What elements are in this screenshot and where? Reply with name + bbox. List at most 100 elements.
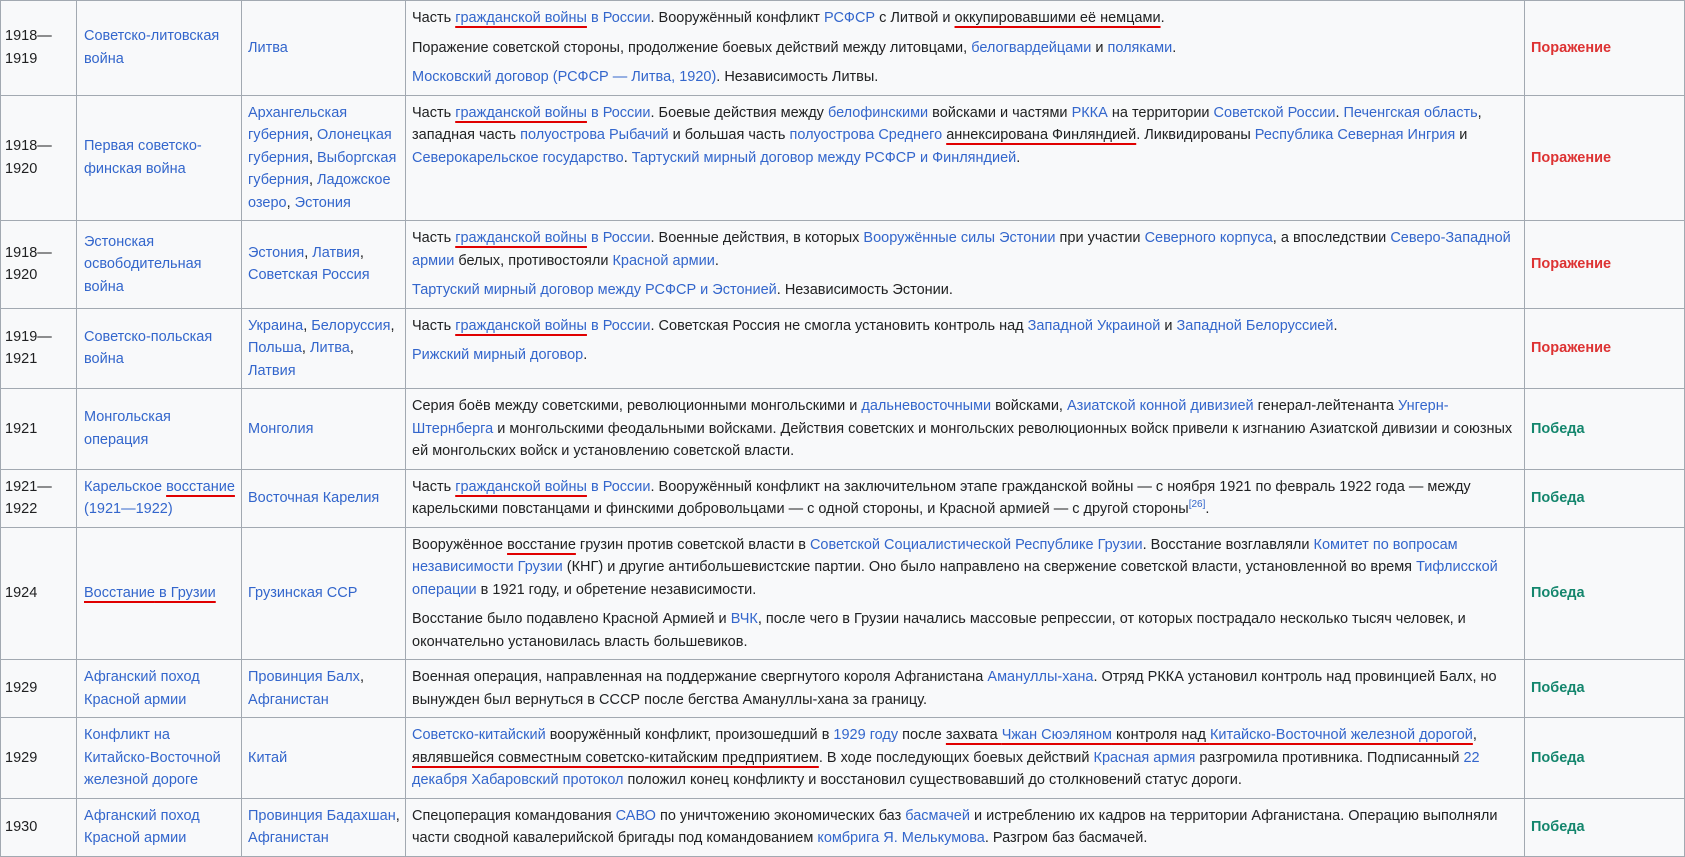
description-link[interactable]: Северокарельское государство xyxy=(412,150,624,166)
description-link[interactable]: Московский договор (РСФСР — Литва, 1920) xyxy=(412,69,716,85)
reference-link[interactable]: [26] xyxy=(1189,499,1206,510)
place-link[interactable]: Афганистан xyxy=(248,692,329,708)
description-text: захвата xyxy=(945,727,1002,743)
conflict-name-cell[interactable]: Карельское восстание (1921—1922) xyxy=(76,468,242,528)
place-cell[interactable]: Архангельская губерния, Олонецкая губерн… xyxy=(241,94,406,221)
conflict-name-link[interactable]: Восстание xyxy=(84,585,155,601)
conflict-name-link[interactable]: Афганский поход Красной армии xyxy=(84,669,200,708)
place-link[interactable]: Украина xyxy=(248,318,303,334)
conflict-name-cell[interactable]: Конфликт на Китайско-Восточной железной … xyxy=(76,717,242,799)
description-link[interactable]: Северного корпуса xyxy=(1145,230,1273,246)
conflict-name-cell[interactable]: Советско-польская война xyxy=(76,307,242,389)
place-cell[interactable]: Провинция Бадахшан, Афганистан xyxy=(241,797,406,857)
place-cell[interactable]: Грузинская ССР xyxy=(241,526,406,660)
description-text: положил конец конфликту и восстановил су… xyxy=(623,772,1242,788)
conflict-name-cell[interactable]: Монгольская операция xyxy=(76,388,242,470)
description-link[interactable]: в России xyxy=(587,318,651,334)
conflict-name-cell[interactable]: Советско-литовская война xyxy=(76,0,242,96)
description-link[interactable]: РККА xyxy=(1072,105,1108,121)
description-link[interactable]: гражданской войны xyxy=(455,230,587,246)
conflict-name-cell[interactable]: Афганский поход Красной армии xyxy=(76,659,242,718)
place-link[interactable]: Монголия xyxy=(248,421,313,437)
description-link[interactable]: в России xyxy=(587,105,651,121)
description-link[interactable]: РСФСР xyxy=(824,10,875,26)
place-link[interactable]: Афганистан xyxy=(248,830,329,846)
conflict-name-cell[interactable]: Восстание в Грузии xyxy=(76,526,242,660)
description-link[interactable]: Тартуский мирный договор между РСФСР и Э… xyxy=(412,282,777,298)
place-link[interactable]: Польша xyxy=(248,340,302,356)
description-link[interactable]: Хабаровский протокол xyxy=(471,772,623,788)
place-cell[interactable]: Эстония, Латвия, Советская Россия xyxy=(241,220,406,309)
conflict-name-link[interactable]: в Грузии xyxy=(155,585,216,601)
place-cell[interactable]: Восточная Карелия xyxy=(241,468,406,528)
description-link[interactable]: белогвардейцами xyxy=(971,40,1091,56)
description-link[interactable]: Китайско-Восточной железной дорогой xyxy=(1210,727,1473,743)
description-link[interactable]: 1929 году xyxy=(833,727,898,743)
description-link[interactable]: поляками xyxy=(1107,40,1172,56)
conflict-name-cell[interactable]: Афганский поход Красной армии xyxy=(76,797,242,857)
description-link[interactable]: Вооружённые силы Эстонии xyxy=(863,230,1055,246)
description-link[interactable]: в России xyxy=(587,479,651,495)
conflict-name-link[interactable]: Первая советско-финская война xyxy=(84,138,202,177)
description-link[interactable]: Западной Белоруссией xyxy=(1177,318,1334,334)
description-link[interactable]: гражданской войны xyxy=(455,479,587,495)
conflict-name-link[interactable]: восстание xyxy=(166,479,235,495)
description-link[interactable]: белофинскими xyxy=(828,105,928,121)
description-link[interactable]: в России xyxy=(587,10,651,26)
conflict-name-link[interactable]: Советско-литовская война xyxy=(84,28,219,67)
conflict-name-link[interactable]: Карельское xyxy=(84,479,166,495)
description-link[interactable]: полуострова Среднего xyxy=(789,127,942,143)
conflict-name-link[interactable]: (1921—1922) xyxy=(84,501,173,517)
description-link[interactable]: Красная армия xyxy=(1094,750,1196,766)
description-link[interactable]: Западной Украиной xyxy=(1028,318,1161,334)
conflict-name-link[interactable]: Эстонская освободительная война xyxy=(84,234,202,295)
conflict-name-link[interactable]: Советско-польская война xyxy=(84,329,212,368)
place-cell[interactable]: Украина, Белоруссия, Польша, Литва, Латв… xyxy=(241,307,406,389)
conflict-name-link[interactable]: Конфликт на Китайско-Восточной железной … xyxy=(84,727,221,788)
place-link[interactable]: Советская Россия xyxy=(248,267,370,283)
description-link[interactable]: в России xyxy=(587,230,651,246)
place-cell[interactable]: Литва xyxy=(241,0,406,96)
description-link[interactable]: Чжан Сюэляном xyxy=(1002,727,1112,743)
description-paragraph: Военная операция, направленная на поддер… xyxy=(412,666,1519,711)
place-link[interactable]: Литва xyxy=(310,340,350,356)
place-link[interactable]: Китай xyxy=(248,750,287,766)
description-link[interactable]: Амануллы-хана xyxy=(987,669,1093,685)
place-link[interactable]: Провинция Балх xyxy=(248,669,360,685)
description-link[interactable]: Республика Северная Ингрия xyxy=(1255,127,1455,143)
description-link[interactable]: гражданской войны xyxy=(455,105,587,121)
place-link[interactable]: Литва xyxy=(248,40,288,56)
description-link[interactable]: Тартуский мирный договор между РСФСР и Ф… xyxy=(632,150,1016,166)
description-link[interactable]: дальневосточными xyxy=(861,398,991,414)
description-link[interactable]: Рижский мирный договор xyxy=(412,347,583,363)
place-cell[interactable]: Китай xyxy=(241,717,406,799)
description-link[interactable]: гражданской войны xyxy=(455,10,587,26)
place-link[interactable]: Эстония xyxy=(295,195,351,211)
year-cell: 1918—1920 xyxy=(0,220,77,309)
place-link[interactable]: Белоруссия xyxy=(311,318,390,334)
description-link[interactable]: САВО xyxy=(616,808,656,824)
place-link[interactable]: Латвия xyxy=(312,245,360,261)
place-link[interactable]: Эстония xyxy=(248,245,304,261)
description-link[interactable]: комбрига Я. Мелькумова xyxy=(817,830,985,846)
description-link[interactable]: Советско-китайский xyxy=(412,727,546,743)
conflict-name-cell[interactable]: Первая советско-финская война xyxy=(76,94,242,221)
conflict-name-link[interactable]: Монгольская операция xyxy=(84,409,171,448)
place-link[interactable]: Латвия xyxy=(248,363,296,379)
description-link[interactable]: ВЧК xyxy=(731,611,758,627)
conflict-name-link[interactable]: Афганский поход Красной армии xyxy=(84,808,200,847)
place-cell[interactable]: Монголия xyxy=(241,388,406,470)
description-link[interactable]: Красной армии xyxy=(612,253,714,269)
description-link[interactable]: Печенгская область xyxy=(1344,105,1478,121)
conflict-name-cell[interactable]: Эстонская освободительная война xyxy=(76,220,242,309)
description-link[interactable]: Советской Социалистической Республике Гр… xyxy=(810,537,1143,553)
place-cell[interactable]: Провинция Балх, Афганистан xyxy=(241,659,406,718)
place-link[interactable]: Грузинская ССР xyxy=(248,585,357,601)
description-link[interactable]: гражданской войны xyxy=(455,318,587,334)
description-link[interactable]: басмачей xyxy=(905,808,970,824)
place-link[interactable]: Восточная Карелия xyxy=(248,490,379,506)
description-link[interactable]: полуострова Рыбачий xyxy=(520,127,668,143)
description-link[interactable]: Советской России xyxy=(1214,105,1336,121)
description-link[interactable]: Азиатской конной дивизией xyxy=(1067,398,1254,414)
place-link[interactable]: Провинция Бадахшан xyxy=(248,808,396,824)
